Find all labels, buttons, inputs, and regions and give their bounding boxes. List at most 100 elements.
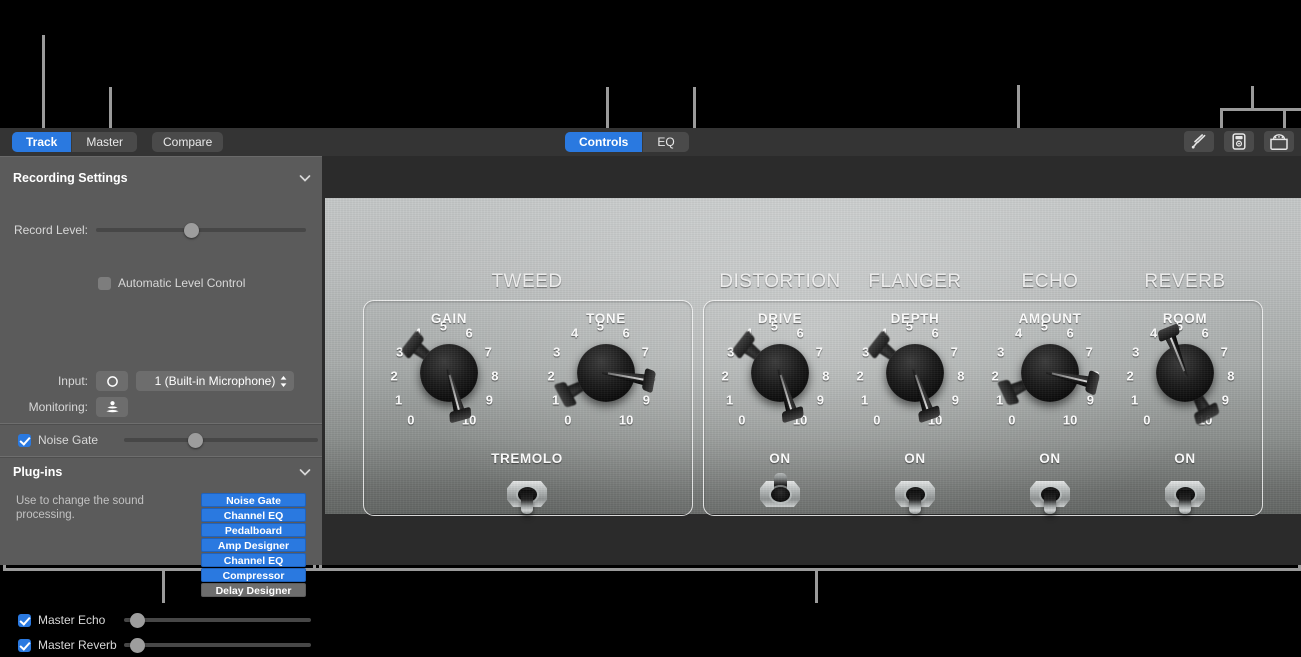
plugin-slot-noise-gate[interactable]: Noise Gate [201,493,306,507]
amp-front-panel: TWEED DISTORTION FLANGER ECHO REVERB GAI… [325,198,1301,521]
tick-5: 5 [770,318,779,334]
automatic-level-control-checkbox[interactable] [98,276,111,290]
amp-designer-area: TWEED DISTORTION FLANGER ECHO REVERB GAI… [322,156,1301,565]
tick-6: 6 [931,325,939,341]
stompbox-pedal-icon [1232,133,1246,150]
tick-5: 5 [439,318,448,334]
switch-flanger[interactable] [892,463,938,521]
tick-0: 0 [1008,412,1016,428]
callout-line-track [42,35,45,133]
master-reverb-label: Master Reverb [38,638,117,652]
compare-button[interactable]: Compare [152,132,224,152]
input-format-button[interactable] [96,371,128,391]
callout-bracket-sidebar-stem [162,568,165,603]
master-echo-thumb[interactable] [129,612,145,628]
tick-8: 8 [822,368,830,384]
section-plugins[interactable]: Plug-ins [0,457,322,487]
master-reverb-slider[interactable] [124,637,311,653]
group-title-reverb: REVERB [1144,271,1226,292]
amplifier-icon [1270,133,1288,150]
master-echo-slider[interactable] [124,612,311,628]
section-recording-settings[interactable]: Recording Settings [0,163,322,193]
plugin-slot-channel-eq-2[interactable]: Channel EQ [201,553,306,567]
tick-10: 10 [618,412,634,428]
master-reverb-row: Master Reverb [18,637,318,653]
tick-9: 9 [951,392,959,408]
group-title-flanger: FLANGER [868,271,962,292]
record-level-row: Record Level: [0,222,322,238]
plugin-slot-channel-eq-1[interactable]: Channel EQ [201,508,306,522]
divider-above-noise-gate [0,423,322,424]
tick-9: 9 [1221,392,1229,408]
knob-tone[interactable]: 0 1 2 3 4 5 6 7 8 9 10 [547,317,662,429]
master-echo-label: Master Echo [38,613,106,627]
knob-room[interactable]: 0 1 2 3 4 5 6 7 8 9 10 [1126,317,1241,429]
callout-line-controls [606,87,609,133]
tick-4: 4 [1150,325,1158,341]
master-reverb-checkbox[interactable] [18,638,31,652]
plugin-slot-compressor[interactable]: Compressor [201,568,306,582]
master-reverb-thumb[interactable] [129,637,145,653]
plugin-slot-list: Noise Gate Channel EQ Pedalboard Amp Des… [201,493,306,597]
input-source-dropdown[interactable]: 1 (Built-in Microphone) [136,371,294,391]
screenshot-root: Track Master Compare Controls EQ Recordi… [0,0,1301,657]
tuner-button[interactable] [1184,131,1214,152]
tab-track[interactable]: Track [12,132,73,152]
tab-eq[interactable]: EQ [643,132,689,152]
tick-1: 1 [860,392,869,408]
noise-gate-checkbox[interactable] [18,433,31,447]
plugin-slot-amp-designer[interactable]: Amp Designer [201,538,306,552]
master-echo-checkbox[interactable] [18,613,31,627]
chevron-down-icon[interactable] [298,171,312,185]
tick-0: 0 [564,412,572,428]
chevron-down-icon[interactable] [298,465,312,479]
knob-drive[interactable]: 0 1 2 3 4 5 6 7 8 9 10 [721,317,836,429]
plugins-description-text: Use to change the sound processing. [16,495,144,521]
noise-gate-slider[interactable] [123,432,318,448]
tick-6: 6 [1066,325,1074,341]
plugin-slot-pedalboard[interactable]: Pedalboard [201,523,306,537]
tick-7: 7 [641,344,649,360]
tick-2: 2 [721,368,729,384]
noise-gate-thumb[interactable] [187,432,203,448]
group-title-tweed: TWEED [491,271,563,292]
monitoring-label: Monitoring: [28,400,88,414]
switch-reverb[interactable] [1162,463,1208,521]
switch-distortion[interactable] [757,463,803,515]
plugin-slot-delay-designer[interactable]: Delay Designer [201,583,306,597]
automatic-level-control-label: Automatic Level Control [118,276,246,290]
input-row: Input: 1 (Built-in Microphone) [0,371,322,391]
noise-gate-row: Noise Gate [18,432,318,448]
monitoring-button[interactable] [96,397,128,417]
tick-6: 6 [796,325,804,341]
switch-lever[interactable] [1179,490,1191,514]
track-master-segmented-control[interactable]: Track Master [12,132,138,152]
switch-tremolo[interactable] [504,463,550,521]
tick-7: 7 [815,344,823,360]
tick-5: 5 [596,318,605,334]
record-level-slider[interactable] [96,222,306,238]
knob-amount[interactable]: 0 1 2 3 4 5 6 7 8 9 10 [991,317,1106,429]
pedalboard-button[interactable] [1224,131,1254,152]
amp-designer-button[interactable] [1264,131,1294,152]
chevron-up-down-icon [280,375,287,387]
tick-1: 1 [1130,392,1139,408]
callout-bracket-top-icons-stem [1251,86,1254,110]
tick-10: 10 [1062,412,1078,428]
tab-controls[interactable]: Controls [565,132,644,152]
automatic-level-control-row: Automatic Level Control [98,276,245,290]
tick-0: 0 [873,412,881,428]
switch-echo[interactable] [1027,463,1073,521]
tab-master[interactable]: Master [72,132,138,152]
tick-3: 3 [1132,344,1140,360]
tick-0: 0 [1143,412,1151,428]
monitoring-speaker-icon [105,401,119,413]
switch-lever[interactable] [521,490,533,514]
tick-9: 9 [816,392,824,408]
knob-depth[interactable]: 0 1 2 3 4 5 6 7 8 9 10 [856,317,971,429]
switch-lever[interactable] [909,490,921,514]
record-level-thumb[interactable] [184,222,200,238]
knob-gain[interactable]: 0 1 2 3 4 5 6 7 8 9 10 [390,317,505,429]
switch-lever[interactable] [1044,490,1056,514]
controls-eq-segmented-control[interactable]: Controls EQ [565,132,689,152]
